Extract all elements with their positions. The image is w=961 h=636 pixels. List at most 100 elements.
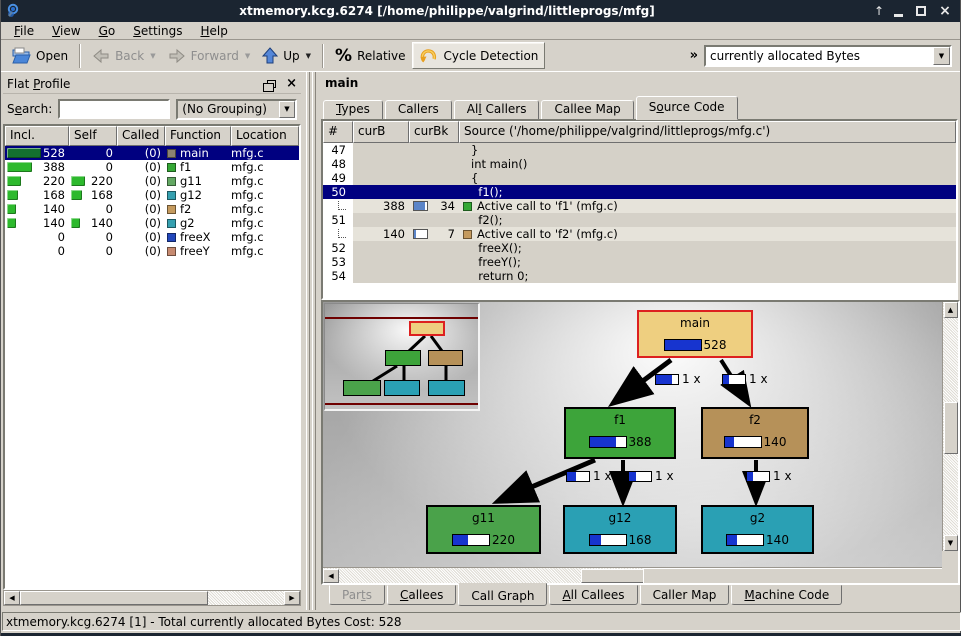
column-header-curb[interactable]: curB [353, 121, 409, 143]
block-bar [414, 230, 416, 238]
graph-node-main[interactable]: main 528 [637, 310, 753, 358]
back-button[interactable]: Back ▼ [86, 42, 162, 69]
tab-caller-map[interactable]: Caller Map [640, 585, 730, 605]
table-row[interactable]: 140 140 (0) g2 mfg.c [5, 216, 299, 230]
source-line[interactable]: 47 } [323, 143, 956, 157]
detach-icon[interactable] [267, 80, 276, 88]
menu-file[interactable]: File [5, 23, 43, 39]
grouping-dropdown-button[interactable]: ▼ [279, 101, 295, 118]
menu-view[interactable]: View [43, 23, 89, 39]
grouping-combobox[interactable]: (No Grouping) ▼ [176, 99, 297, 120]
tab-callers[interactable]: Callers [385, 100, 452, 120]
source-line[interactable]: 52 freeX(); [323, 241, 956, 255]
scroll-down-icon[interactable]: ▼ [944, 535, 958, 551]
scroll-left-icon[interactable]: ◀ [323, 569, 339, 583]
menu-go[interactable]: Go [90, 23, 125, 39]
dock-title-bar[interactable]: Flat Profile × [3, 74, 301, 94]
table-row[interactable]: 388 0 (0) f1 mfg.c [5, 160, 299, 174]
title-bar[interactable]: xtmemory.kcg.6274 [/home/philippe/valgri… [1, 0, 960, 22]
active-call-line[interactable]: 140 7 Active call to 'f2' (mfg.c) [323, 227, 956, 241]
column-header-function[interactable]: Function [165, 126, 231, 146]
graph-node-g2[interactable]: g2 140 [701, 505, 814, 554]
up-arrow-icon [262, 47, 278, 65]
source-line[interactable]: 54 return 0; [323, 269, 956, 283]
maximize-button[interactable] [916, 6, 930, 16]
tab-all-callers[interactable]: All Callers [454, 100, 540, 120]
active-call-line[interactable]: 388 34 Active call to 'f1' (mfg.c) [323, 199, 956, 213]
horizontal-scrollbar[interactable]: ◀ ▶ [3, 590, 301, 606]
forward-button[interactable]: Forward ▼ [162, 42, 257, 69]
tab-callee-map[interactable]: Callee Map [541, 100, 633, 120]
horizontal-scrollbar[interactable]: ◀ ▶ [323, 567, 942, 583]
vertical-splitter[interactable] [303, 72, 319, 610]
tab-machine-code[interactable]: Machine Code [731, 585, 842, 605]
minimap-node-f1 [385, 350, 421, 366]
table-row[interactable]: 0 0 (0) freeX mfg.c [5, 230, 299, 244]
source-line-selected[interactable]: 50 f1(); [323, 185, 956, 199]
dock-close-icon[interactable]: × [286, 78, 297, 90]
column-header-line[interactable]: # [323, 121, 353, 143]
event-type-dropdown-button[interactable]: ▼ [933, 47, 950, 65]
call-graph-canvas[interactable]: main 528 f1 388 f2 140 g11 220 [323, 302, 942, 567]
table-row[interactable]: 528 0 (0) main mfg.c [5, 146, 299, 160]
edge-label-f1-g11: 1 x [566, 469, 612, 483]
source-line[interactable]: 53 freeY(); [323, 255, 956, 269]
up-button[interactable]: Up ▼ [256, 42, 317, 69]
status-bar: xtmemory.kcg.6274 [1] - Total currently … [1, 610, 961, 633]
event-type-combobox[interactable]: currently allocated Bytes ▼ [704, 45, 952, 67]
cycle-detection-icon [419, 47, 439, 65]
relative-button[interactable]: % Relative [329, 42, 411, 69]
tab-all-callees[interactable]: All Callees [549, 585, 637, 605]
graph-node-g11[interactable]: g11 220 [426, 505, 541, 554]
flat-profile-dock: Flat Profile × Search: (No Grouping) ▼ I… [3, 74, 301, 607]
minimize-button[interactable] [894, 6, 908, 17]
toolbar-overflow-icon[interactable]: » [690, 48, 698, 63]
column-header-self[interactable]: Self [69, 126, 117, 146]
scrollbar-thumb[interactable] [20, 591, 208, 605]
forward-label: Forward [191, 49, 239, 63]
up-label: Up [283, 49, 299, 63]
source-line[interactable]: 51 f2(); [323, 213, 956, 227]
column-header-incl[interactable]: Incl. [5, 126, 69, 146]
graph-node-g12[interactable]: g12 168 [563, 505, 677, 554]
tab-call-graph[interactable]: Call Graph [458, 583, 547, 606]
shade-button[interactable]: ↑ [872, 4, 886, 18]
open-button[interactable]: Open [5, 42, 74, 69]
scroll-up-icon[interactable]: ▲ [944, 302, 958, 318]
table-row[interactable]: 0 0 (0) freeY mfg.c [5, 244, 299, 258]
application-window: xtmemory.kcg.6274 [/home/philippe/valgri… [0, 0, 961, 636]
function-color-swatch [167, 233, 176, 242]
menu-settings[interactable]: Settings [124, 23, 191, 39]
source-line[interactable]: 49 { [323, 171, 956, 185]
column-header-called[interactable]: Called [117, 126, 165, 146]
scroll-right-icon[interactable]: ▶ [643, 568, 960, 585]
column-header-curbk[interactable]: curBk [409, 121, 459, 143]
scroll-right-icon[interactable]: ▶ [284, 591, 300, 605]
tab-source-code[interactable]: Source Code [636, 96, 738, 120]
graph-overview-minimap[interactable] [324, 303, 480, 411]
graph-node-f1[interactable]: f1 388 [564, 407, 676, 459]
scroll-left-icon[interactable]: ◀ [4, 591, 20, 605]
graph-node-f2[interactable]: f2 140 [701, 407, 809, 459]
tab-parts[interactable]: Parts [329, 585, 385, 605]
table-row[interactable]: 168 168 (0) g12 mfg.c [5, 188, 299, 202]
tab-types[interactable]: Types [323, 100, 383, 120]
cost-bar [723, 375, 729, 384]
cycle-detection-button[interactable]: Cycle Detection [412, 42, 546, 69]
back-dropdown-icon[interactable]: ▼ [150, 52, 155, 60]
table-row[interactable]: 140 0 (0) f2 mfg.c [5, 202, 299, 216]
menu-help[interactable]: Help [191, 23, 236, 39]
tab-callees[interactable]: Callees [387, 585, 456, 605]
vertical-scrollbar[interactable]: ▲ ▼ [942, 302, 958, 551]
edge-label-main-f1: 1 x [655, 372, 701, 386]
forward-dropdown-icon[interactable]: ▼ [245, 52, 250, 60]
source-line[interactable]: 48 int main() [323, 157, 956, 171]
up-dropdown-icon[interactable]: ▼ [306, 52, 311, 60]
table-row[interactable]: 220 220 (0) g11 mfg.c [5, 174, 299, 188]
function-color-swatch [167, 149, 176, 158]
close-button[interactable]: × [938, 4, 952, 18]
scrollbar-thumb[interactable] [944, 402, 958, 454]
search-input[interactable] [58, 99, 170, 119]
column-header-source[interactable]: Source ('/home/philippe/valgrind/littlep… [459, 121, 956, 143]
column-header-location[interactable]: Location [231, 126, 299, 146]
